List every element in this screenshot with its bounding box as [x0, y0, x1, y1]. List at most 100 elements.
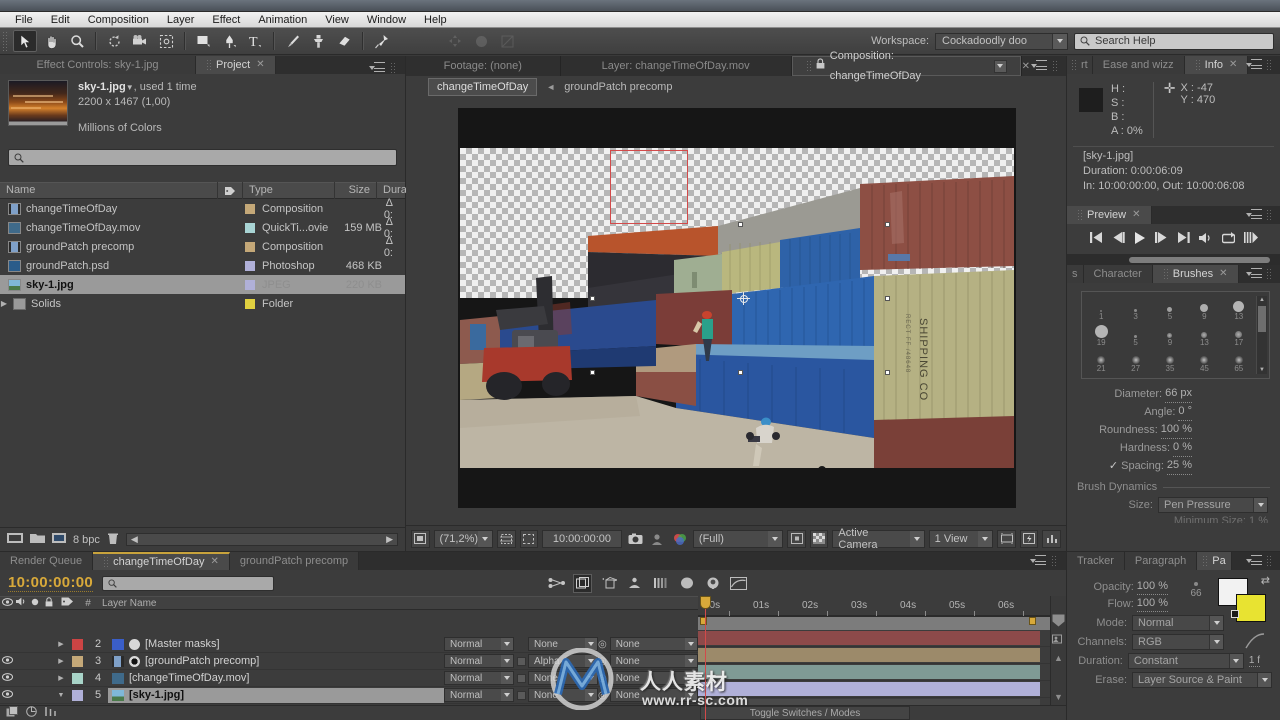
label-swatch[interactable] — [245, 203, 255, 214]
show-channel-icon[interactable] — [671, 530, 689, 548]
tab-preview[interactable]: Preview ✕ — [1067, 206, 1152, 224]
menu-item-window[interactable]: Window — [358, 12, 415, 28]
last-frame-icon[interactable] — [1177, 232, 1190, 246]
disclosure-triangle-icon[interactable]: ▼ — [56, 692, 66, 699]
panel-menu-icon[interactable] — [1246, 268, 1263, 280]
brush-grid-scrollbar[interactable]: ▲ ▼ — [1256, 296, 1267, 374]
angle-value[interactable]: 0 ° — [1178, 403, 1192, 421]
show-snapshot-icon[interactable] — [648, 530, 666, 548]
breadcrumb-item-1[interactable]: groundPatch precomp — [564, 81, 672, 93]
video-toggle[interactable] — [0, 672, 14, 684]
scroll-up-icon[interactable]: ▲ — [1051, 653, 1066, 663]
project-settings-icon[interactable] — [52, 532, 66, 547]
tab-paragraph[interactable]: Paragraph — [1124, 552, 1198, 570]
take-snapshot-icon[interactable] — [626, 530, 644, 548]
close-icon[interactable]: ✕ — [256, 56, 264, 74]
prev-frame-icon[interactable] — [1112, 232, 1125, 246]
align-icon[interactable] — [443, 30, 467, 52]
mode-dropdown[interactable]: Normal — [444, 637, 514, 651]
parent-pickwhip-icon[interactable]: ◎ — [598, 639, 607, 650]
scroll-up-icon[interactable]: ▲ — [1258, 297, 1266, 303]
selection-handle[interactable] — [885, 370, 890, 375]
selection-handle[interactable] — [738, 222, 743, 227]
preview-scrollbar[interactable] — [1067, 254, 1280, 265]
toggle-mask-overlay-icon[interactable] — [809, 529, 829, 548]
video-toggle[interactable] — [0, 689, 14, 701]
close-icon[interactable]: ✕ — [1229, 56, 1237, 74]
toggle-switches-modes-button[interactable]: Toggle Switches / Modes — [700, 706, 910, 720]
shape-tool-icon[interactable] — [191, 30, 215, 52]
timeline-view-icon[interactable] — [1042, 529, 1061, 548]
table-row[interactable]: ▼ 5 [sky-1.jpg] Normal None ◎ None — [0, 687, 698, 704]
ball-icon[interactable] — [469, 30, 493, 52]
project-row-groundpatch-psd[interactable]: groundPatch.psd Photoshop 468 KB — [0, 256, 405, 275]
current-timecode[interactable]: 10:00:00:00 — [8, 574, 94, 592]
chevron-down-icon[interactable] — [993, 59, 1007, 73]
mode-dropdown[interactable]: Normal — [444, 688, 514, 702]
disclosure-triangle-icon[interactable]: ▶ — [56, 640, 66, 648]
column-label-icon[interactable] — [218, 182, 243, 199]
tab-project[interactable]: Project ✕ — [196, 56, 276, 74]
eraser-tool-icon[interactable] — [332, 30, 356, 52]
label-swatch[interactable] — [245, 279, 255, 290]
layer-name[interactable]: [changeTimeOfDay.mov] — [129, 672, 249, 684]
tab-render-queue[interactable]: Render Queue — [0, 552, 94, 570]
project-row-solids[interactable]: ▶ Solids Folder — [0, 294, 405, 313]
clone-stamp-tool-icon[interactable] — [306, 30, 330, 52]
panel-grip-icon[interactable] — [1052, 60, 1059, 72]
brush-preset[interactable]: 13 — [1222, 296, 1256, 322]
spacing-value[interactable]: 25 % — [1166, 457, 1192, 475]
scroll-down-icon[interactable]: ▼ — [1258, 367, 1266, 373]
swap-colors-icon[interactable]: ⇄ — [1261, 574, 1270, 587]
playhead-handle[interactable] — [700, 596, 711, 609]
brush-preset[interactable]: 5 — [1153, 296, 1187, 322]
menu-item-file[interactable]: File — [6, 12, 42, 28]
brush-preset[interactable]: 17 — [1222, 322, 1256, 348]
trkmat-dropdown[interactable]: None — [528, 671, 598, 685]
panel-menu-icon[interactable] — [1031, 60, 1048, 72]
paint-mode-dropdown[interactable]: Normal — [1132, 615, 1224, 631]
layer-duration-bar[interactable] — [698, 682, 1040, 696]
tab-effect-controls[interactable]: Effect Controls: sky-1.jpg — [0, 56, 196, 74]
comp-marker-icon[interactable] — [1052, 614, 1065, 627]
panel-menu-icon[interactable] — [1030, 555, 1047, 567]
panel-grip-icon[interactable] — [390, 62, 397, 74]
mask-bounding-box[interactable] — [610, 150, 688, 224]
brush-preset[interactable]: 35 — [1153, 348, 1187, 374]
brush-preset[interactable]: 27 — [1118, 348, 1152, 374]
rotation-tool-icon[interactable] — [102, 30, 126, 52]
tab-brushes[interactable]: Brushes ✕ — [1152, 265, 1239, 283]
selection-handle[interactable] — [590, 370, 595, 375]
toggle-transparency-grid-icon[interactable] — [519, 529, 539, 548]
menu-item-animation[interactable]: Animation — [249, 12, 316, 28]
column-size[interactable]: Size — [335, 182, 377, 199]
selection-handle[interactable] — [738, 370, 743, 375]
tab-info[interactable]: Info ✕ — [1184, 56, 1249, 74]
brush-preset[interactable]: 1 — [1084, 296, 1118, 322]
tab-paint[interactable]: Pa — [1197, 552, 1232, 570]
brush-preset[interactable]: 65 — [1222, 348, 1256, 374]
brush-preset[interactable]: 13 — [1187, 322, 1221, 348]
work-area-end-handle[interactable] — [1029, 617, 1036, 625]
time-ruler[interactable]: 00s 01s 02s 03s 04s 05s 06s — [698, 596, 1050, 616]
next-frame-icon[interactable] — [1154, 232, 1168, 246]
play-icon[interactable] — [1134, 231, 1146, 247]
audio-icon[interactable] — [1198, 232, 1213, 247]
views-dropdown[interactable]: 1 View — [928, 529, 994, 548]
resolution-dropdown[interactable]: (Full) — [692, 529, 784, 548]
menu-item-view[interactable]: View — [316, 12, 358, 28]
graph-editor-toggle-icon[interactable] — [677, 574, 696, 593]
panel-grip-icon[interactable] — [1266, 209, 1273, 221]
composition-stage[interactable]: SHIPPING CO RECT FF /48648 — [406, 98, 1066, 522]
first-frame-icon[interactable] — [1089, 232, 1103, 246]
brush-preset[interactable]: 5 — [1118, 322, 1152, 348]
scroll-down-icon[interactable]: ▼ — [1051, 692, 1066, 702]
tab-rt[interactable]: rt — [1067, 56, 1093, 74]
panel-menu-icon[interactable] — [369, 62, 386, 74]
new-folder-icon[interactable] — [30, 532, 45, 547]
work-area-bar[interactable] — [698, 616, 1050, 630]
hide-shy-layers-icon[interactable] — [599, 574, 618, 593]
parent-dropdown[interactable]: None — [609, 654, 698, 668]
project-scroll-bar[interactable]: ◀ ▶ — [125, 533, 398, 546]
layer-duration-bar[interactable] — [698, 665, 1040, 679]
